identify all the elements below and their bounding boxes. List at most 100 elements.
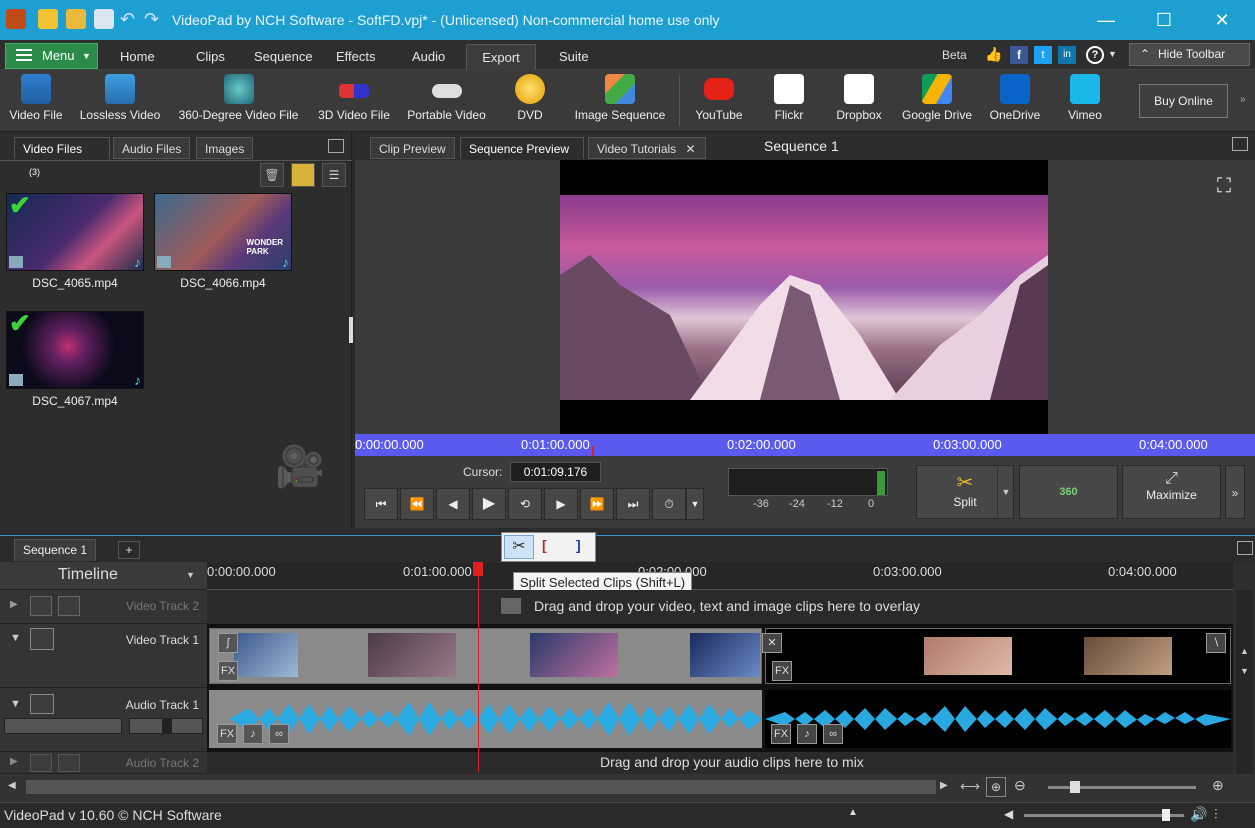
master-volume-slider[interactable] bbox=[1024, 809, 1184, 821]
media-thumb-dsc4066[interactable]: WONDER PARK ♪ bbox=[154, 193, 292, 271]
timeline-playhead[interactable] bbox=[478, 576, 479, 772]
youtube-button[interactable]: YouTube bbox=[692, 74, 746, 122]
new-project-icon[interactable] bbox=[38, 9, 58, 29]
track-users-icon[interactable] bbox=[58, 596, 80, 616]
open-folder-icon[interactable] bbox=[66, 9, 86, 29]
list-view-icon[interactable]: ☰ bbox=[322, 163, 346, 187]
play-button[interactable]: ▶ bbox=[472, 488, 506, 520]
tab-images[interactable]: Images bbox=[196, 137, 254, 159]
go-to-end-button[interactable]: ⏭ bbox=[616, 488, 650, 520]
audio-clip-1[interactable]: FX ♪ ∞ bbox=[209, 690, 762, 748]
save-icon[interactable] bbox=[94, 9, 114, 29]
speaker-icon[interactable]: ♪ bbox=[243, 724, 263, 744]
maximize-button[interactable]: ☐ bbox=[1141, 6, 1187, 34]
help-icon[interactable]: ? bbox=[1086, 46, 1104, 64]
fade-in-icon[interactable]: ∫ bbox=[218, 633, 238, 653]
horizontal-scrollbar[interactable] bbox=[26, 780, 936, 794]
linkedin-icon[interactable]: in bbox=[1058, 46, 1076, 64]
zoom-out-icon[interactable]: ⊖ bbox=[1014, 777, 1026, 794]
tab-audio[interactable]: Audio bbox=[402, 44, 455, 70]
clip-fx-button[interactable]: FX bbox=[217, 724, 237, 744]
scroll-right-icon[interactable]: ▶ bbox=[940, 780, 948, 791]
360-video-button[interactable]: 360-Degree Video File bbox=[175, 74, 302, 122]
video-track-2-lane[interactable]: Drag and drop your video, text and image… bbox=[207, 590, 1233, 624]
tab-audio-files[interactable]: Audio Files bbox=[113, 137, 191, 159]
tab-export[interactable]: Export bbox=[466, 44, 536, 70]
panel-resize-handle[interactable] bbox=[349, 317, 353, 343]
tab-video-tutorials[interactable]: Video Tutorials ✕ bbox=[588, 137, 706, 159]
split-dropdown[interactable]: ▼ bbox=[997, 465, 1014, 519]
collapse-track-icon[interactable]: ▼ bbox=[10, 632, 21, 644]
thumbs-up-icon[interactable]: 👍 bbox=[985, 46, 1003, 64]
vertical-scrollbar[interactable]: ▲ ▼ bbox=[1236, 590, 1253, 774]
go-to-start-button[interactable]: ⏮ bbox=[364, 488, 398, 520]
zoom-in-icon[interactable]: ⊕ bbox=[1212, 777, 1224, 794]
speaker-icon[interactable]: 🔊 bbox=[1190, 806, 1207, 823]
zoom-slider[interactable] bbox=[1048, 781, 1196, 793]
tab-sequence-1[interactable]: Sequence 1 bbox=[14, 539, 97, 561]
preview-ruler[interactable]: 0:00:00.000 0:01:00.000 0:02:00.000 0:03… bbox=[355, 434, 1255, 456]
undock-panel-icon[interactable] bbox=[1232, 137, 1248, 151]
previous-clip-button[interactable]: ⏪ bbox=[400, 488, 434, 520]
pan-slider[interactable] bbox=[129, 718, 203, 734]
google-drive-button[interactable]: Google Drive bbox=[900, 74, 974, 122]
tab-effects[interactable]: Effects bbox=[326, 44, 386, 70]
video-clip-2[interactable]: ✕ FX ∖ bbox=[762, 628, 1231, 684]
3d-video-button[interactable]: 3D Video File bbox=[316, 74, 392, 122]
chevron-down-icon[interactable]: ▼ bbox=[186, 570, 195, 580]
link-icon[interactable]: ∞ bbox=[823, 724, 843, 744]
volume-slider[interactable] bbox=[4, 718, 122, 734]
video-file-button[interactable]: Video File bbox=[8, 74, 64, 122]
tab-clip-preview[interactable]: Clip Preview bbox=[370, 137, 455, 159]
trash-icon[interactable]: 🗑 bbox=[260, 163, 284, 187]
collapse-track-icon[interactable]: ▼ bbox=[10, 698, 21, 710]
expand-up-icon[interactable]: ▲ bbox=[848, 807, 858, 818]
tab-sequence[interactable]: Sequence bbox=[244, 44, 323, 70]
scroll-down-icon[interactable]: ▼ bbox=[1240, 666, 1249, 676]
transition-icon[interactable]: ✕ bbox=[762, 633, 782, 653]
speaker-icon[interactable] bbox=[30, 694, 54, 714]
chevron-down-icon[interactable]: ▼ bbox=[1108, 49, 1117, 59]
tab-home[interactable]: Home bbox=[110, 44, 165, 70]
zoom-fit-icon[interactable]: ⊕ bbox=[986, 777, 1006, 797]
split-clip-icon[interactable]: ✂ bbox=[504, 535, 534, 559]
playback-options-dropdown[interactable]: ▼ bbox=[686, 488, 704, 520]
undo-icon[interactable]: ↶ bbox=[120, 9, 140, 29]
maximize-preview-button[interactable]: ⤢ Maximize bbox=[1122, 465, 1221, 519]
toolbar-more-icon[interactable]: » bbox=[1240, 94, 1246, 105]
next-clip-button[interactable]: ⏩ bbox=[580, 488, 614, 520]
minimize-button[interactable]: — bbox=[1083, 6, 1129, 34]
expand-track-icon[interactable]: ▶ bbox=[10, 599, 18, 610]
eye-icon[interactable] bbox=[30, 628, 54, 650]
audio-clip-2[interactable]: FX ♪ ∞ bbox=[765, 690, 1231, 748]
dropbox-button[interactable]: Dropbox bbox=[834, 74, 884, 122]
twitter-icon[interactable]: t bbox=[1034, 46, 1052, 64]
speaker-icon[interactable]: ♪ bbox=[797, 724, 817, 744]
fullscreen-icon[interactable]: ⛶ bbox=[1217, 175, 1231, 198]
add-sequence-button[interactable]: + bbox=[118, 541, 140, 559]
timeline-ruler[interactable]: 0:00:00.000 0:01:00.000 0:02:00.000 0:03… bbox=[207, 562, 1233, 590]
media-thumb-dsc4065[interactable]: ✔ ♪ bbox=[6, 190, 144, 271]
lossless-video-button[interactable]: Lossless Video bbox=[78, 74, 162, 122]
clip-fx-button[interactable]: FX bbox=[218, 661, 238, 681]
undock-panel-icon[interactable] bbox=[1237, 541, 1253, 555]
redo-icon[interactable]: ↷ bbox=[144, 9, 164, 29]
step-forward-button[interactable]: ▶ bbox=[544, 488, 578, 520]
trim-end-icon[interactable]: ] bbox=[576, 537, 581, 553]
tab-sequence-preview[interactable]: Sequence Preview bbox=[460, 137, 584, 159]
dvd-button[interactable]: DVD bbox=[508, 74, 552, 122]
fade-out-icon[interactable]: ∖ bbox=[1206, 633, 1226, 653]
portable-video-button[interactable]: Portable Video bbox=[405, 74, 488, 122]
buy-online-button[interactable]: Buy Online bbox=[1139, 84, 1228, 118]
scroll-left-icon[interactable]: ◀ bbox=[8, 780, 16, 791]
loop-button[interactable]: ⟲ bbox=[508, 488, 542, 520]
360-button[interactable]: 360 bbox=[1019, 465, 1118, 519]
menu-button[interactable]: Menu ▼ bbox=[5, 43, 98, 69]
flickr-button[interactable]: Flickr bbox=[770, 74, 808, 122]
cursor-time-field[interactable]: 0:01:09.176 bbox=[510, 462, 601, 482]
clip-fx-button[interactable]: FX bbox=[772, 661, 792, 681]
expand-track-icon[interactable]: ▶ bbox=[10, 756, 18, 767]
more-controls-icon[interactable]: » bbox=[1225, 465, 1245, 519]
playback-speed-button[interactable]: ⏱ bbox=[652, 488, 686, 520]
onedrive-button[interactable]: OneDrive bbox=[988, 74, 1042, 122]
